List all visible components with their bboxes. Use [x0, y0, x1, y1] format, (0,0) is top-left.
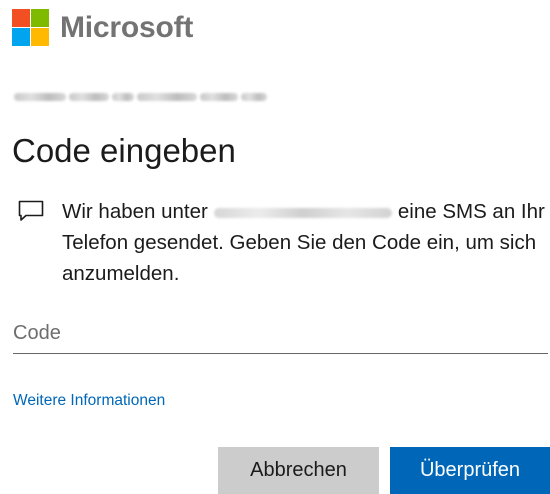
- page-title: Code eingeben: [12, 132, 236, 169]
- brand-header: Microsoft: [12, 9, 193, 46]
- sign-in-page: Microsoft Code eingeben Wir haben unter e…: [0, 0, 550, 494]
- code-input[interactable]: [13, 313, 548, 354]
- message-text-before: Wir haben unter: [62, 200, 208, 223]
- verify-button[interactable]: Überprüfen: [390, 447, 550, 494]
- microsoft-logo-icon: [12, 9, 49, 46]
- phone-number-redacted: [213, 207, 392, 218]
- sms-message: Wir haben unter eine SMS an Ihr Telefon g…: [18, 196, 550, 289]
- message-text: Wir haben unter eine SMS an Ihr Telefon g…: [62, 196, 550, 289]
- cancel-button[interactable]: Abbrechen: [218, 447, 379, 494]
- more-info-link[interactable]: Weitere Informationen: [13, 392, 165, 410]
- account-identifier-redacted: [14, 90, 267, 104]
- chat-bubble-icon: [18, 200, 44, 221]
- brand-name: Microsoft: [60, 10, 194, 44]
